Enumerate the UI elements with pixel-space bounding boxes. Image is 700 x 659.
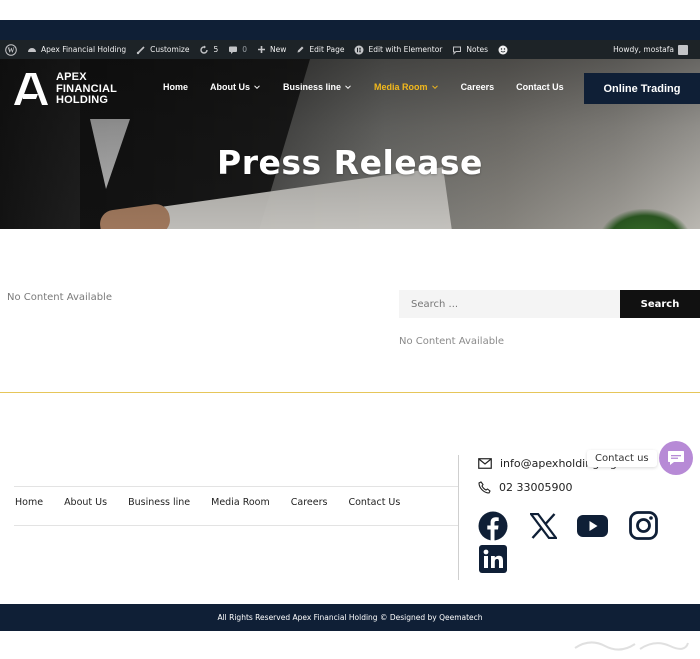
admin-elementor-link[interactable]: Edit with Elementor [349,40,447,59]
footer-nav-about-us[interactable]: About Us [64,497,107,508]
empty-state-sidebar: No Content Available [399,336,504,347]
chat-widget-button[interactable] [659,441,693,475]
online-trading-button[interactable]: Online Trading [584,73,700,104]
plus-icon [258,46,266,53]
admin-edit-page-label: Edit Page [309,45,345,54]
admin-comments-count: 0 [242,45,248,54]
top-band [0,20,700,40]
linkedin-icon[interactable] [479,545,507,573]
nav-home[interactable]: Home [163,82,188,92]
watermark-logo [574,641,689,651]
nav-contact-us[interactable]: Contact Us [516,82,564,92]
admin-edit-page-link[interactable]: Edit Page [291,40,349,59]
search-input[interactable] [399,290,620,318]
instagram-icon[interactable] [629,511,658,540]
chevron-down-icon [345,85,351,90]
site-logo[interactable]: APEX FINANCIAL HOLDING [12,71,117,107]
admin-site-link[interactable]: Apex Financial Holding [22,40,131,59]
footer-nav-home[interactable]: Home [15,497,43,508]
admin-site-name: Apex Financial Holding [41,45,127,54]
chevron-down-icon [254,85,260,90]
elementor-icon [354,45,364,54]
nav-home-label: Home [163,82,189,92]
notes-icon [453,46,462,55]
nav-about-us-label: About Us [210,82,251,92]
logo-line-3: HOLDING [56,94,109,106]
admin-smiley-link[interactable] [493,40,513,59]
apex-logo-icon [12,72,50,106]
nav-media-room-label: Media Room [374,82,428,92]
footer-nav-business-line[interactable]: Business line [128,497,190,508]
phone-icon [478,481,491,494]
admin-updates-link[interactable]: 5 [194,40,223,59]
wordpress-logo-icon[interactable]: W [0,40,22,59]
admin-updates-count: 5 [213,45,219,54]
nav-business-line[interactable]: Business line [283,82,352,92]
nav-careers[interactable]: Careers [461,82,495,92]
hero-banner: APEX FINANCIAL HOLDING Home About Us Bus… [0,59,700,229]
facebook-icon[interactable] [478,511,508,541]
avatar [678,44,688,55]
nav-about-us[interactable]: About Us [210,82,261,92]
admin-customize-link[interactable]: Customize [131,40,194,59]
page-title: Press Release [217,143,483,182]
admin-elementor-label: Edit with Elementor [368,45,443,54]
admin-comments-link[interactable]: 0 [223,40,252,59]
comment-icon [229,46,238,54]
footer-phone[interactable]: 02 33005900 [478,481,572,494]
brush-icon [136,45,145,54]
main-nav: Home About Us Business line Media Room C… [163,82,586,92]
contact-us-tooltip[interactable]: Contact us [587,450,657,467]
svg-text:W: W [8,46,15,54]
updates-icon [200,45,209,54]
admin-notes-link[interactable]: Notes [447,40,493,59]
empty-state-main: No Content Available [7,292,112,303]
admin-notes-label: Notes [466,45,489,54]
admin-account[interactable]: Howdy, mostafa [613,44,700,55]
copyright-bar: All Rights Reserved Apex Financial Holdi… [0,604,700,631]
chevron-down-icon [431,85,438,90]
footer-nav-contact-us[interactable]: Contact Us [348,497,400,508]
logo-text: APEX FINANCIAL HOLDING [56,71,117,107]
pencil-icon [297,46,304,53]
admin-bar: W Apex Financial Holding Customize 5 0 N… [0,40,700,59]
admin-howdy: Howdy, mostafa [613,45,674,54]
chat-bubble-icon [668,451,684,465]
copyright-text: All Rights Reserved Apex Financial Holdi… [217,613,483,622]
smiley-icon [498,45,508,54]
youtube-icon[interactable] [577,515,608,537]
footer-nav-media-room[interactable]: Media Room [211,497,270,508]
search-button[interactable]: Search [620,290,700,318]
dashboard-icon [28,47,36,52]
logo-line-1: APEX [56,71,87,83]
admin-new-link[interactable]: New [252,40,291,59]
admin-customize-label: Customize [150,45,190,54]
footer-nav-border-top [14,486,458,487]
search-form: Search [399,290,700,318]
nav-business-line-label: Business line [283,82,342,92]
footer-nav-careers[interactable]: Careers [291,497,328,508]
nav-media-room[interactable]: Media Room [374,82,439,92]
nav-contact-us-label: Contact Us [516,82,564,92]
footer-phone-text: 02 33005900 [499,481,573,494]
envelope-icon [478,458,492,469]
footer-nav: Home About Us Business line Media Room C… [15,497,421,508]
admin-new-label: New [270,45,287,54]
x-icon[interactable] [530,513,557,539]
footer-nav-border-bottom [14,525,458,526]
footer-divider [458,455,459,580]
section-divider [0,392,700,393]
nav-careers-label: Careers [460,82,495,92]
